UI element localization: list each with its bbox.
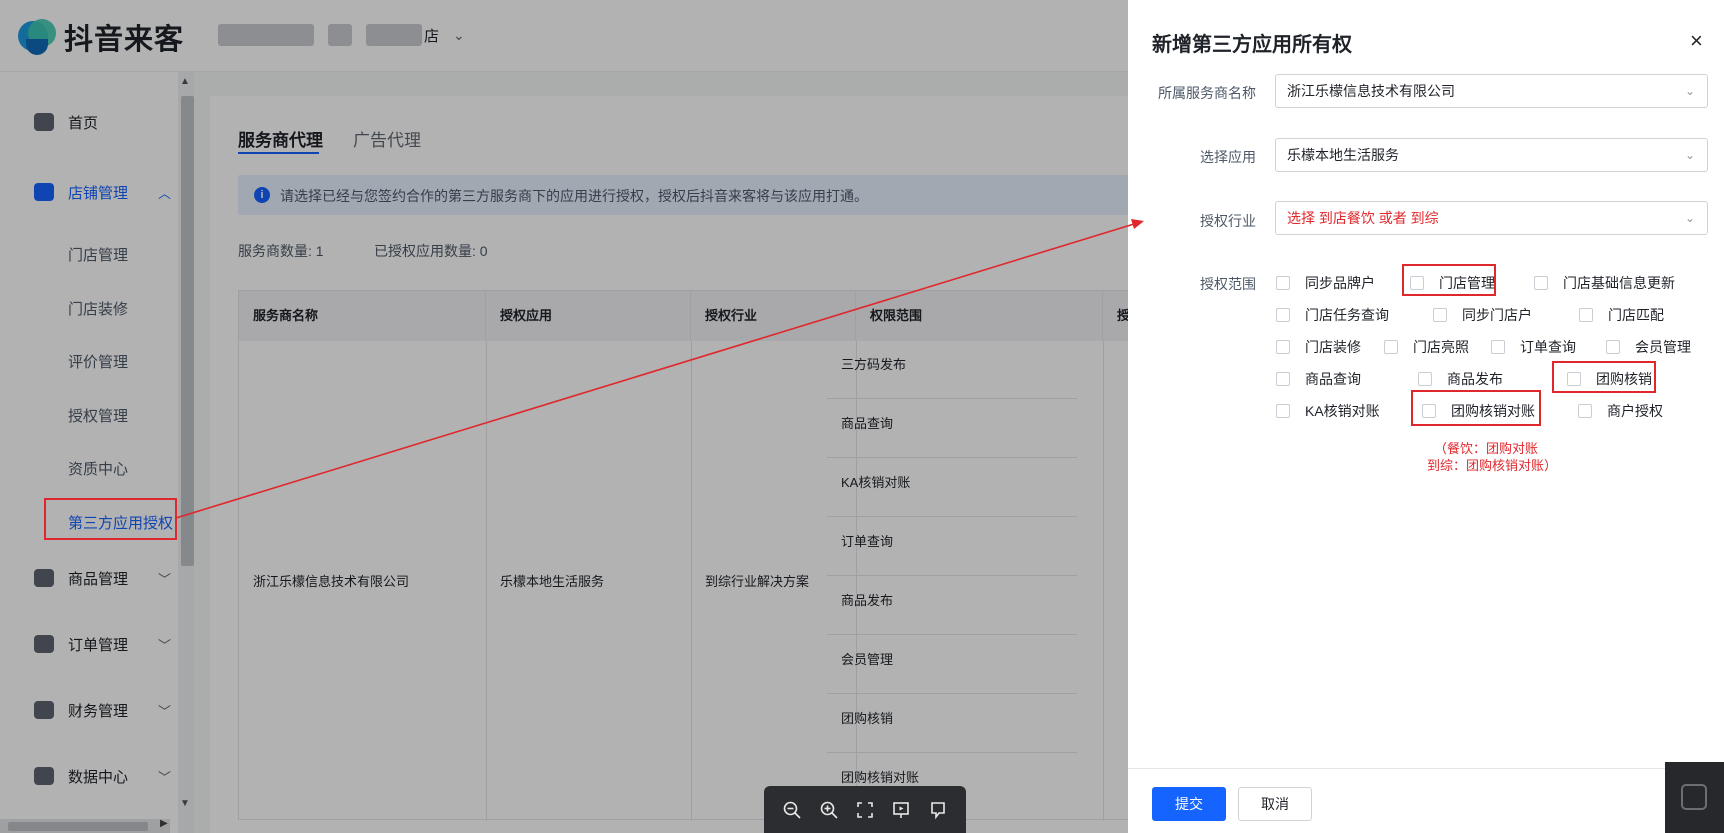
chevron-down-icon: ⌄: [1684, 211, 1695, 225]
checkbox-box[interactable]: [1276, 404, 1290, 418]
checkbox-label: 会员管理: [1635, 339, 1691, 355]
chevron-down-icon: ⌄: [1684, 84, 1695, 98]
checkbox-box[interactable]: [1534, 276, 1548, 290]
scope-checkbox-store-basic-info[interactable]: 门店基础信息更新: [1534, 273, 1675, 293]
submit-button[interactable]: 提交: [1152, 787, 1226, 821]
annotation-highlight-box: [44, 498, 177, 540]
scope-checkbox-product-publish[interactable]: 商品发布: [1418, 369, 1503, 389]
scope-label: 授权范围: [1200, 276, 1256, 292]
checkbox-label: KA核销对账: [1305, 403, 1380, 419]
scope-checkbox-sync-brand[interactable]: 同步品牌户: [1276, 273, 1375, 293]
checkbox-box[interactable]: [1276, 308, 1290, 322]
industry-select-placeholder: 选择 到店餐饮 或者 到综: [1287, 210, 1439, 226]
checkbox-label: 订单查询: [1520, 339, 1576, 355]
checkbox-label: 商品发布: [1447, 371, 1503, 387]
scope-checkbox-store-task-query[interactable]: 门店任务查询: [1276, 305, 1389, 325]
chevron-down-icon: ⌄: [1684, 148, 1695, 162]
checkbox-label: 门店任务查询: [1305, 307, 1389, 323]
checkbox-box[interactable]: [1276, 276, 1290, 290]
drawer-title: 新增第三方应用所有权: [1152, 34, 1352, 56]
image-viewer-toolbar: [764, 786, 966, 833]
scope-checkbox-store-license[interactable]: 门店亮照: [1384, 337, 1469, 357]
checkbox-box[interactable]: [1606, 340, 1620, 354]
zoom-in-icon[interactable]: [815, 796, 843, 824]
annotation-note: 到综：团购核销对账）: [1427, 458, 1558, 473]
app-label: 选择应用: [1200, 149, 1256, 165]
checkbox-label: 门店基础信息更新: [1563, 275, 1675, 291]
checkbox-box[interactable]: [1433, 308, 1447, 322]
app-select-value: 乐檬本地生活服务: [1287, 147, 1399, 163]
modal-backdrop[interactable]: [0, 0, 1128, 833]
scope-checkbox-store-match[interactable]: 门店匹配: [1579, 305, 1664, 325]
checkbox-label: 门店匹配: [1608, 307, 1664, 323]
checkbox-label: 商户授权: [1607, 403, 1663, 419]
checkbox-label: 同步品牌户: [1305, 275, 1375, 291]
scope-checkbox-ka-reconciliation[interactable]: KA核销对账: [1276, 401, 1380, 421]
provider-select[interactable]: 浙江乐檬信息技术有限公司 ⌄: [1275, 74, 1708, 108]
annotation-highlight-box: [1411, 390, 1541, 426]
checkbox-box[interactable]: [1491, 340, 1505, 354]
cancel-button[interactable]: 取消: [1238, 787, 1312, 821]
annotation-highlight-box: [1402, 264, 1496, 296]
drawer-footer-divider: [1128, 768, 1724, 769]
slideshow-icon[interactable]: [887, 796, 915, 824]
scope-checkbox-merchant-auth[interactable]: 商户授权: [1578, 401, 1663, 421]
checkbox-label: 同步门店户: [1462, 307, 1532, 323]
annotation-highlight-box: [1552, 361, 1656, 393]
scope-checkbox-order-query[interactable]: 订单查询: [1491, 337, 1576, 357]
checkbox-box[interactable]: [1418, 372, 1432, 386]
chat-icon: [1681, 784, 1707, 810]
comment-icon[interactable]: [924, 796, 952, 824]
close-icon[interactable]: ×: [1690, 28, 1703, 54]
industry-select[interactable]: 选择 到店餐饮 或者 到综 ⌄: [1275, 201, 1708, 235]
checkbox-box[interactable]: [1276, 372, 1290, 386]
checkbox-box[interactable]: [1384, 340, 1398, 354]
scope-checkbox-store-decoration[interactable]: 门店装修: [1276, 337, 1361, 357]
checkbox-box[interactable]: [1578, 404, 1592, 418]
provider-select-value: 浙江乐檬信息技术有限公司: [1287, 83, 1455, 99]
scope-checkbox-sync-store[interactable]: 同步门店户: [1433, 305, 1532, 325]
app-select[interactable]: 乐檬本地生活服务 ⌄: [1275, 138, 1708, 172]
checkbox-box[interactable]: [1579, 308, 1593, 322]
industry-label: 授权行业: [1200, 213, 1256, 229]
fullscreen-icon[interactable]: [851, 796, 879, 824]
scope-checkbox-product-query[interactable]: 商品查询: [1276, 369, 1361, 389]
checkbox-label: 门店亮照: [1413, 339, 1469, 355]
provider-label: 所属服务商名称: [1158, 85, 1256, 101]
scope-checkbox-member-management[interactable]: 会员管理: [1606, 337, 1691, 357]
add-third-party-app-drawer: 新增第三方应用所有权 × 所属服务商名称 浙江乐檬信息技术有限公司 ⌄ 选择应用…: [1128, 0, 1724, 833]
checkbox-label: 商品查询: [1305, 371, 1361, 387]
checkbox-box[interactable]: [1276, 340, 1290, 354]
checkbox-label: 门店装修: [1305, 339, 1361, 355]
floating-widget[interactable]: [1665, 762, 1724, 833]
zoom-out-icon[interactable]: [778, 796, 806, 824]
